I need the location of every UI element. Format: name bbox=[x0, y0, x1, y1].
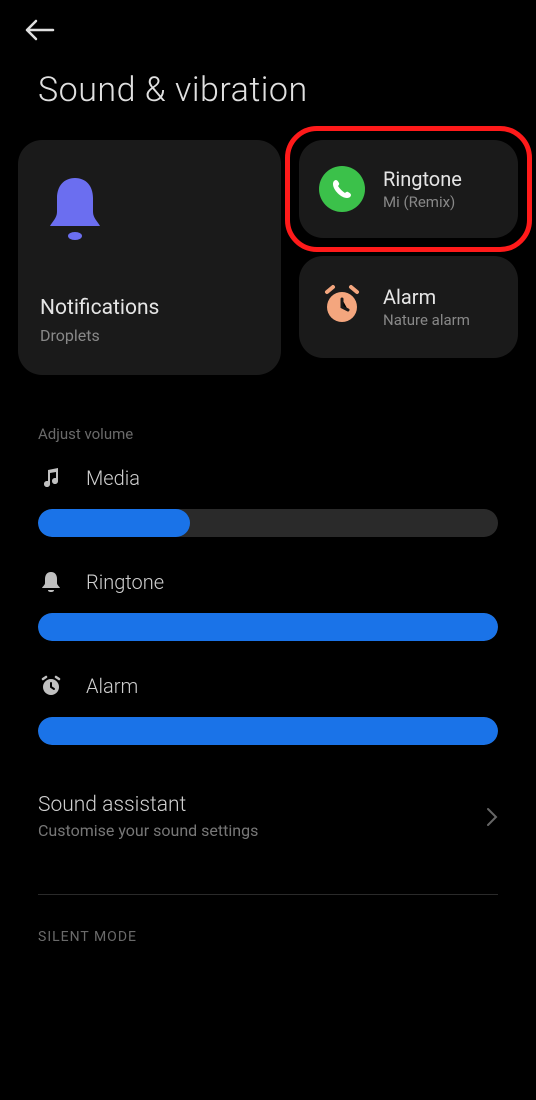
ringtone-volume-row: Ringtone bbox=[0, 545, 536, 649]
notifications-sub: Droplets bbox=[40, 326, 259, 345]
bell-small-icon bbox=[38, 569, 64, 595]
ringtone-volume-label: Ringtone bbox=[86, 570, 164, 594]
ringtone-slider-fill bbox=[38, 613, 498, 641]
ringtone-sub: Mi (Remix) bbox=[383, 193, 462, 211]
notifications-card[interactable]: Notifications Droplets bbox=[18, 140, 281, 375]
alarm-volume-row: Alarm bbox=[0, 649, 536, 753]
page-title: Sound & vibration bbox=[0, 50, 536, 140]
media-slider[interactable] bbox=[38, 509, 498, 537]
chevron-right-icon bbox=[486, 807, 498, 827]
alarm-volume-label: Alarm bbox=[86, 674, 138, 698]
alarm-clock-icon bbox=[319, 282, 365, 332]
phone-icon bbox=[319, 166, 365, 212]
sound-assistant-title: Sound assistant bbox=[38, 793, 258, 817]
silent-mode-heading: SILENT MODE bbox=[0, 895, 536, 945]
ringtone-title: Ringtone bbox=[383, 167, 462, 191]
alarm-sub: Nature alarm bbox=[383, 311, 470, 329]
sound-assistant-item[interactable]: Sound assistant Customise your sound set… bbox=[0, 753, 536, 860]
alarm-small-icon bbox=[38, 673, 64, 699]
notifications-title: Notifications bbox=[40, 296, 259, 320]
media-volume-row: Media bbox=[0, 453, 536, 545]
adjust-volume-label: Adjust volume bbox=[0, 375, 536, 453]
alarm-slider[interactable] bbox=[38, 717, 498, 745]
ringtone-slider[interactable] bbox=[38, 613, 498, 641]
alarm-title: Alarm bbox=[383, 285, 470, 309]
back-button[interactable] bbox=[20, 10, 60, 50]
media-slider-fill bbox=[38, 509, 190, 537]
bell-icon bbox=[44, 174, 106, 246]
arrow-left-icon bbox=[25, 19, 55, 41]
sound-assistant-sub: Customise your sound settings bbox=[38, 821, 258, 840]
music-note-icon bbox=[38, 465, 64, 491]
alarm-slider-fill bbox=[38, 717, 498, 745]
ringtone-card[interactable]: Ringtone Mi (Remix) bbox=[299, 140, 518, 238]
media-label: Media bbox=[86, 466, 140, 490]
alarm-card[interactable]: Alarm Nature alarm bbox=[299, 256, 518, 358]
